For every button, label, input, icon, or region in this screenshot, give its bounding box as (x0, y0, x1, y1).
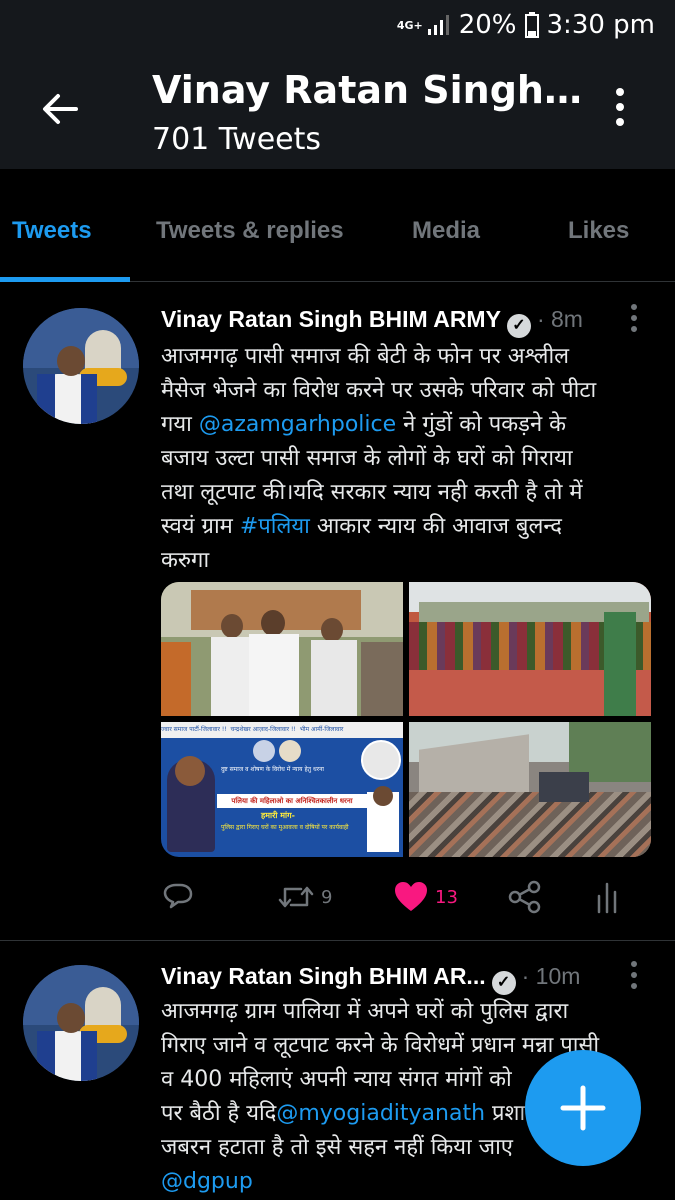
tweet-more-icon[interactable] (629, 961, 639, 994)
tweet-more-icon[interactable] (629, 304, 639, 337)
clock: 3:30 pm (546, 10, 655, 40)
compose-tweet-button[interactable] (525, 1050, 641, 1166)
tab-media[interactable]: Media (412, 217, 480, 245)
mention-link[interactable]: @azamgarhpolice (199, 412, 396, 437)
tab-likes[interactable]: Likes (568, 217, 629, 245)
status-bar: 4G+ 20% 3:30 pm (0, 0, 675, 52)
media-photo-women-gathering[interactable] (409, 582, 651, 716)
like-button[interactable]: 13 (393, 880, 458, 914)
media-photo-crowd-interview[interactable] (161, 582, 403, 716)
profile-header: Vinay Ratan Singh… 701 Tweets (0, 52, 675, 169)
tweet-actions: 9 13 (161, 880, 631, 920)
avatar[interactable] (23, 965, 139, 1081)
analytics-icon (597, 882, 617, 914)
media-protest-banner[interactable]: ज्वार समाज पार्टी-जिलावार !! चन्द्रशेखर … (161, 722, 403, 857)
profile-name: Vinay Ratan Singh… (152, 68, 582, 112)
mention-link[interactable]: @dgpup (161, 1169, 253, 1194)
share-icon (508, 880, 541, 914)
compose-plus-icon (560, 1085, 606, 1131)
tweet-author[interactable]: Vinay Ratan Singh BHIM AR... ✓ · 10m (161, 963, 580, 995)
retweet-icon (278, 886, 314, 908)
back-arrow-icon[interactable] (38, 87, 82, 131)
network-type: 4G+ (397, 14, 451, 36)
more-vertical-icon[interactable] (605, 88, 635, 132)
retweet-count: 9 (321, 886, 333, 908)
like-count: 13 (435, 886, 458, 908)
tweet-count: 701 Tweets (152, 122, 321, 157)
heart-icon (395, 882, 427, 911)
battery-icon (524, 12, 539, 38)
battery-percent: 20% (458, 10, 517, 40)
media-grid: ज्वार समाज पार्टी-जिलावार !! चन्द्रशेखर … (161, 582, 651, 857)
tweet-time: · 8m (536, 306, 583, 332)
verified-icon: ✓ (491, 971, 516, 995)
reply-button[interactable] (161, 880, 195, 914)
share-button[interactable] (507, 880, 543, 914)
tab-tweets[interactable]: Tweets (12, 217, 92, 245)
analytics-button[interactable] (595, 880, 621, 914)
verified-icon: ✓ (506, 314, 531, 338)
mention-link[interactable]: @myogiadityanath (276, 1101, 485, 1126)
tweet-text: आजमगढ़ पासी समाज की बेटी के फोन पर अश्ली… (161, 344, 597, 573)
avatar[interactable] (23, 308, 139, 424)
signal-icon (427, 15, 449, 35)
reply-icon (163, 883, 193, 909)
retweet-button[interactable]: 9 (277, 880, 332, 914)
tweet-time: · 10m (521, 963, 581, 989)
tab-tweets-replies[interactable]: Tweets & replies (156, 217, 344, 245)
media-photo-demolished-house[interactable] (409, 722, 651, 857)
profile-tabs: Tweets Tweets & replies Media Likes (0, 169, 675, 282)
tweet-author[interactable]: Vinay Ratan Singh BHIM ARMY ✓ · 8m (161, 306, 583, 338)
hashtag-link[interactable]: #पलिया (240, 514, 310, 539)
